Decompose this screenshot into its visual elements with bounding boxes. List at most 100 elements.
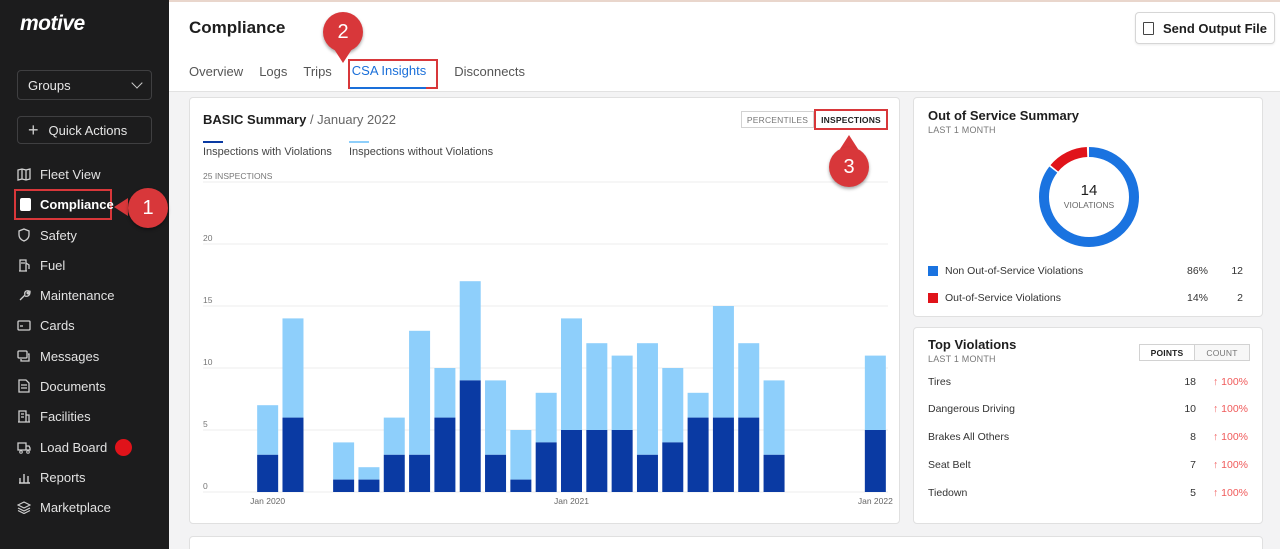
- violation-count: 5: [1190, 487, 1196, 499]
- send-output-file-label: Send Output File: [1163, 20, 1267, 36]
- violation-row: Tires 18 ↑ 100%: [928, 376, 1248, 390]
- tab-logs[interactable]: Logs: [259, 64, 287, 86]
- bar-without-violations: [535, 392, 557, 443]
- bar-without-violations: [383, 417, 405, 455]
- bar-with-violations: [864, 430, 886, 492]
- sidebar-item-label: Marketplace: [40, 499, 111, 515]
- violation-row: Seat Belt 7 ↑ 100%: [928, 459, 1248, 473]
- violation-count: 10: [1184, 403, 1196, 415]
- legend-with-violations: Inspections with Violations: [203, 146, 332, 158]
- bar-with-violations: [712, 417, 734, 492]
- top-violations-title: Top Violations: [928, 337, 1017, 352]
- tab-overview[interactable]: Overview: [189, 64, 243, 86]
- sidebar-item-reports[interactable]: Reports: [17, 464, 152, 490]
- oos-row-non-oos: Non Out-of-Service Violations 86% 12: [928, 264, 1248, 278]
- sidebar-item-facilities[interactable]: Facilities: [17, 403, 152, 429]
- oos-row-label: Out-of-Service Violations: [945, 292, 1061, 304]
- sidebar: motive Groups + Quick Actions Fleet View…: [0, 0, 169, 549]
- top-violations-card: Top Violations LAST 1 MONTH POINTS COUNT…: [913, 327, 1263, 524]
- quick-actions-button[interactable]: + Quick Actions: [17, 116, 152, 144]
- tab-disconnects[interactable]: Disconnects: [454, 64, 525, 86]
- sidebar-item-fuel[interactable]: Fuel: [17, 252, 152, 278]
- file-export-icon: [1143, 21, 1154, 35]
- percentiles-toggle[interactable]: PERCENTILES: [741, 111, 814, 128]
- x-tick-label: Jan 2020: [250, 496, 285, 506]
- sidebar-item-load-board[interactable]: Load Board: [17, 434, 152, 460]
- groups-dropdown[interactable]: Groups: [17, 70, 152, 100]
- oos-row-label: Non Out-of-Service Violations: [945, 265, 1084, 277]
- sidebar-item-compliance[interactable]: Compliance: [14, 189, 114, 220]
- violation-label: Tiedown: [928, 487, 968, 499]
- legend-swatch-with-violations: [203, 141, 223, 143]
- plus-icon: +: [28, 120, 39, 140]
- bar-with-violations: [586, 430, 608, 492]
- out-of-service-card: Out of Service Summary LAST 1 MONTH 14 V…: [913, 97, 1263, 317]
- oos-swatch: [928, 293, 938, 303]
- violation-trend: ↑ 100%: [1212, 487, 1248, 499]
- bar-without-violations: [738, 343, 760, 418]
- sidebar-item-documents[interactable]: Documents: [17, 373, 152, 399]
- bar-with-violations: [383, 454, 405, 492]
- motive-logo[interactable]: motive: [20, 12, 85, 36]
- send-output-file-button[interactable]: Send Output File: [1135, 12, 1275, 44]
- callout-1-pointer: [114, 198, 128, 216]
- bar-without-violations: [662, 368, 684, 443]
- bar-with-violations: [282, 417, 304, 492]
- bar-with-violations: [611, 430, 633, 492]
- violation-label: Dangerous Driving: [928, 403, 1015, 415]
- bar-without-violations: [257, 405, 279, 455]
- bar-with-violations: [687, 417, 709, 492]
- sidebar-item-maintenance[interactable]: Maintenance: [17, 282, 152, 308]
- y-tick-label: 5: [203, 419, 208, 429]
- sidebar-item-cards[interactable]: Cards: [17, 312, 152, 338]
- shield-icon: [17, 228, 31, 242]
- bar-without-violations: [763, 380, 785, 455]
- layers-icon: [17, 500, 31, 514]
- bar-with-violations: [535, 442, 557, 492]
- sidebar-item-label: Fuel: [40, 257, 66, 273]
- sidebar-item-label: Cards: [40, 317, 75, 333]
- inspections-toggle[interactable]: INSPECTIONS: [814, 109, 888, 130]
- bar-without-violations: [459, 281, 481, 381]
- count-toggle[interactable]: COUNT: [1194, 344, 1250, 361]
- sidebar-item-label: Fleet View: [40, 166, 101, 182]
- card-icon: [17, 318, 31, 332]
- sidebar-item-fleet-view[interactable]: Fleet View: [17, 161, 152, 187]
- bar-with-violations: [738, 417, 760, 492]
- violation-label: Brakes All Others: [928, 431, 1010, 443]
- violation-label: Tires: [928, 376, 951, 388]
- bar-without-violations: [409, 330, 431, 455]
- groups-label: Groups: [28, 77, 71, 93]
- tab-trips[interactable]: Trips: [303, 64, 331, 86]
- points-toggle[interactable]: POINTS: [1139, 344, 1195, 361]
- sidebar-item-safety[interactable]: Safety: [17, 222, 152, 248]
- violation-trend: ↑ 100%: [1212, 459, 1248, 471]
- callout-1: 1: [128, 188, 168, 228]
- tab-bar: Overview Logs Trips CSA Insights Disconn…: [189, 59, 541, 89]
- oos-total: 14: [1080, 182, 1098, 199]
- violation-label: Seat Belt: [928, 459, 971, 471]
- bar-chart-icon: [17, 470, 31, 484]
- violation-count: 7: [1190, 459, 1196, 471]
- sidebar-item-label: Safety: [40, 227, 77, 243]
- tab-csa-insights[interactable]: CSA Insights: [347, 59, 439, 89]
- page-title: Compliance: [189, 18, 286, 37]
- oos-row-percent: 86%: [1186, 265, 1208, 277]
- bar-with-violations: [459, 380, 481, 492]
- inspections-bar-chart: 25 INSPECTIONS 20 15 10 5 0 Jan 2020 Jan 2021 Ja…: [203, 171, 893, 506]
- callout-2: 2: [323, 12, 363, 52]
- bar-with-violations: [257, 454, 279, 492]
- basic-summary-title: BASIC Summary: [203, 112, 307, 127]
- y-tick-label: 0: [203, 481, 208, 491]
- oos-title: Out of Service Summary: [928, 108, 1079, 123]
- violation-count: 8: [1190, 431, 1196, 443]
- bar-without-violations: [485, 380, 507, 455]
- sidebar-item-messages[interactable]: Messages: [17, 343, 152, 369]
- bar-without-violations: [864, 355, 886, 430]
- sidebar-item-label: Load Board: [40, 439, 108, 455]
- bar-with-violations: [636, 454, 658, 492]
- sidebar-item-marketplace[interactable]: Marketplace: [17, 494, 152, 520]
- x-tick-label: Jan 2021: [554, 496, 589, 506]
- oos-row-count: 12: [1231, 265, 1243, 277]
- bar-with-violations: [763, 454, 785, 492]
